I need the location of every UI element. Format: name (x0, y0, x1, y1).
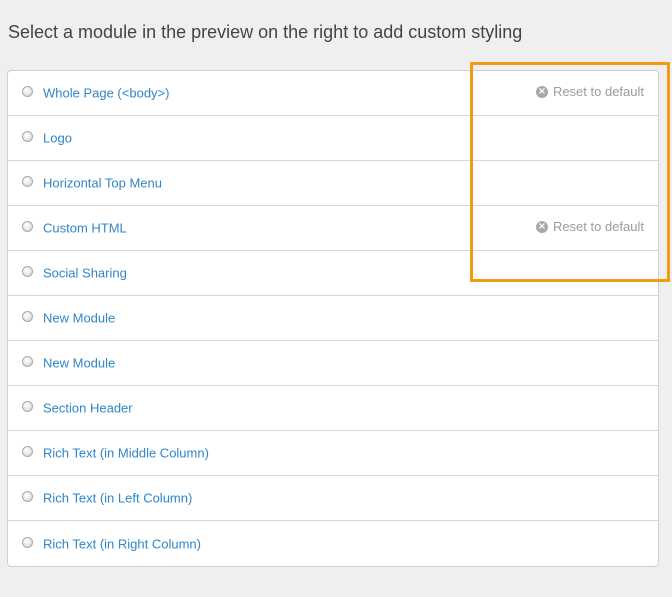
module-row-custom-html[interactable]: Custom HTML × Reset to default (8, 206, 658, 251)
radio-button-icon[interactable] (22, 401, 33, 412)
module-link-rich-text-right[interactable]: Rich Text (in Right Column) (43, 536, 201, 551)
reset-label: Reset to default (552, 219, 644, 234)
module-row-new-module-1[interactable]: New Module (8, 296, 658, 341)
module-row-logo[interactable]: Logo (8, 116, 658, 161)
module-row-rich-text-middle[interactable]: Rich Text (in Middle Column) (8, 431, 658, 476)
reset-circle-x-icon: × (535, 220, 548, 233)
reset-circle-x-icon: × (535, 85, 548, 98)
radio-button-icon[interactable] (22, 221, 33, 232)
module-link-rich-text-left[interactable]: Rich Text (in Left Column) (43, 491, 192, 506)
module-list: Whole Page (<body>) × Reset to default L… (7, 70, 659, 567)
module-link-custom-html[interactable]: Custom HTML (43, 221, 127, 236)
page-heading: Select a module in the preview on the ri… (8, 22, 523, 42)
module-row-social-sharing[interactable]: Social Sharing (8, 251, 658, 296)
reset-to-default-button[interactable]: × Reset to default (535, 84, 644, 99)
radio-button-icon[interactable] (22, 446, 33, 457)
module-link-horizontal-top-menu[interactable]: Horizontal Top Menu (43, 176, 162, 191)
radio-button-icon[interactable] (22, 266, 33, 277)
radio-button-icon[interactable] (22, 131, 33, 142)
module-link-rich-text-middle[interactable]: Rich Text (in Middle Column) (43, 446, 209, 461)
module-row-rich-text-left[interactable]: Rich Text (in Left Column) (8, 476, 658, 521)
radio-button-icon[interactable] (22, 176, 33, 187)
module-link-section-header[interactable]: Section Header (43, 401, 133, 416)
module-link-social-sharing[interactable]: Social Sharing (43, 266, 127, 281)
module-row-section-header[interactable]: Section Header (8, 386, 658, 431)
module-styling-page: Select a module in the preview on the ri… (0, 0, 672, 597)
module-row-horizontal-top-menu[interactable]: Horizontal Top Menu (8, 161, 658, 206)
radio-button-icon[interactable] (22, 86, 33, 97)
radio-button-icon[interactable] (22, 491, 33, 502)
module-link-new-module[interactable]: New Module (43, 356, 115, 371)
radio-button-icon[interactable] (22, 356, 33, 367)
reset-label: Reset to default (552, 84, 644, 99)
radio-button-icon[interactable] (22, 536, 33, 548)
module-row-rich-text-right[interactable]: Rich Text (in Right Column) (8, 521, 658, 566)
module-link-new-module[interactable]: New Module (43, 311, 115, 326)
module-link-logo[interactable]: Logo (43, 131, 72, 146)
reset-to-default-button[interactable]: × Reset to default (535, 219, 644, 234)
module-link-whole-page[interactable]: Whole Page (<body>) (43, 86, 169, 101)
module-row-whole-page[interactable]: Whole Page (<body>) × Reset to default (8, 71, 658, 116)
radio-button-icon[interactable] (22, 311, 33, 322)
module-row-new-module-2[interactable]: New Module (8, 341, 658, 386)
